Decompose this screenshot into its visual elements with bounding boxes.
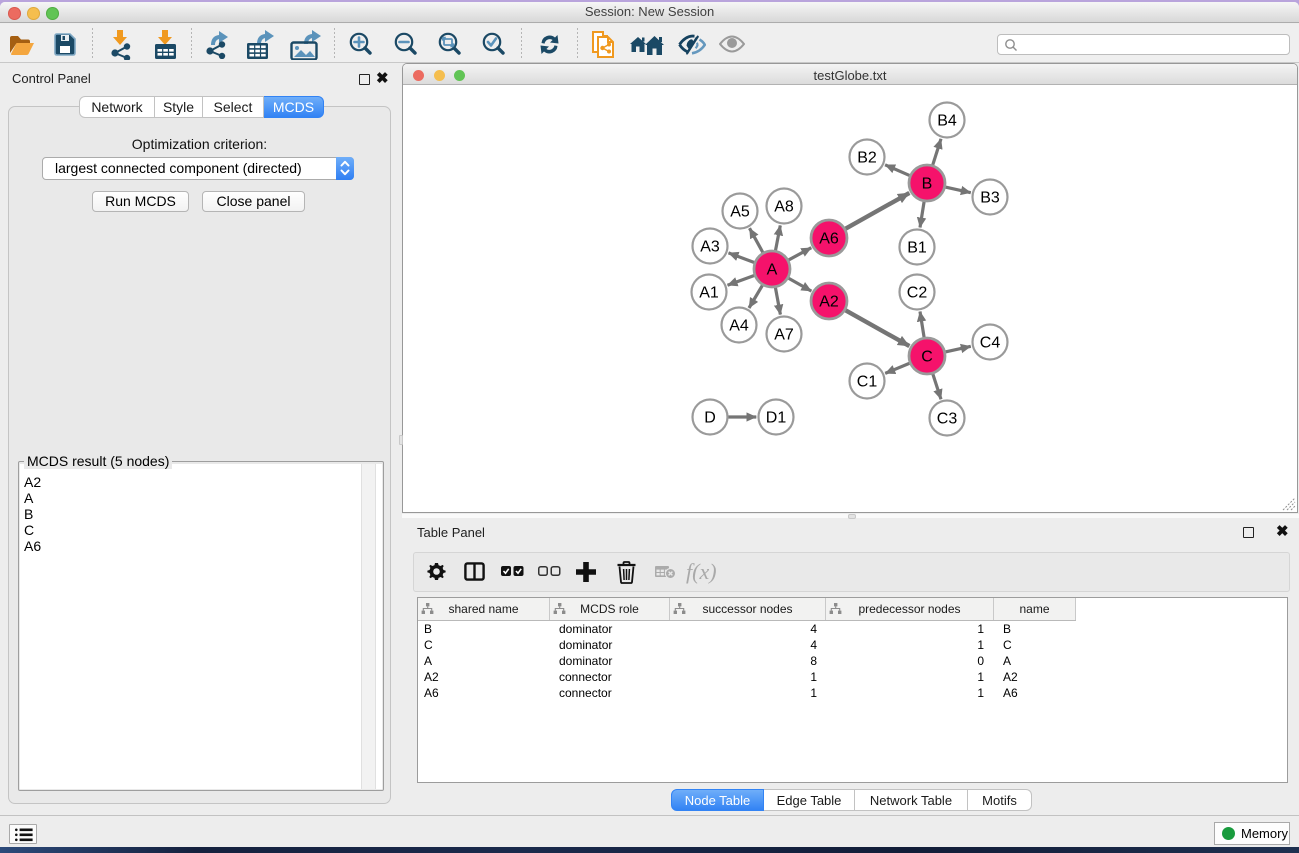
- svg-text:B1: B1: [907, 240, 927, 257]
- svg-text:A6: A6: [819, 231, 839, 248]
- svg-text:A4: A4: [729, 318, 749, 335]
- svg-text:C4: C4: [980, 335, 1001, 352]
- svg-text:C1: C1: [857, 374, 878, 391]
- svg-text:A8: A8: [774, 199, 794, 216]
- svg-text:C2: C2: [907, 285, 928, 302]
- svg-text:A1: A1: [699, 285, 719, 302]
- svg-text:A2: A2: [819, 294, 839, 311]
- svg-text:B4: B4: [937, 113, 957, 130]
- svg-text:D1: D1: [766, 410, 787, 427]
- svg-text:B2: B2: [857, 150, 877, 167]
- svg-text:A3: A3: [700, 239, 720, 256]
- svg-text:A5: A5: [730, 204, 750, 221]
- svg-text:A7: A7: [774, 327, 794, 344]
- svg-text:C: C: [921, 349, 933, 366]
- svg-text:B: B: [922, 176, 933, 193]
- svg-text:A: A: [767, 262, 778, 279]
- svg-text:B3: B3: [980, 190, 1000, 207]
- svg-text:C3: C3: [937, 411, 958, 428]
- svg-text:D: D: [704, 410, 716, 427]
